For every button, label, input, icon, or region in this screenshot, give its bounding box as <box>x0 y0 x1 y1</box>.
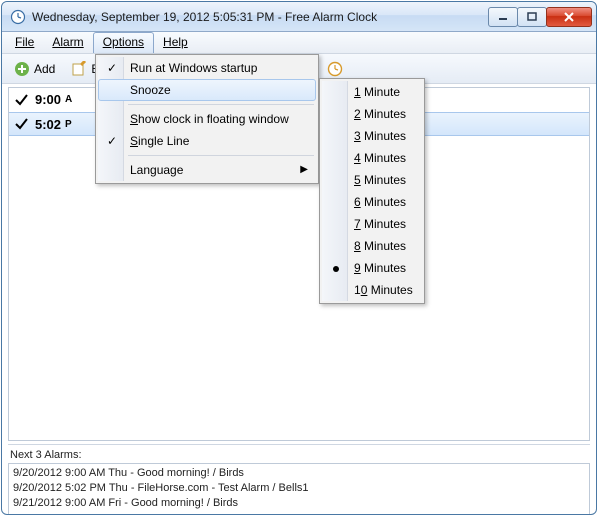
app-clock-icon <box>10 9 26 25</box>
window-buttons <box>489 7 592 27</box>
options-dropdown: ✓ Run at Windows startup Snooze Show clo… <box>95 54 319 184</box>
add-icon <box>14 61 30 77</box>
alarm-ampm: A <box>65 94 72 105</box>
edit-icon <box>71 61 87 77</box>
add-label: Add <box>34 62 55 76</box>
snooze-5-minutes[interactable]: 5 Minutes <box>322 169 422 191</box>
checkmark-icon: ✓ <box>104 61 120 75</box>
bottom-panel: Next 3 Alarms: 9/20/2012 9:00 AM Thu - G… <box>8 444 590 515</box>
snooze-dropdown: 1 Minute 2 Minutes 3 Minutes 4 Minutes 5… <box>319 78 425 304</box>
snooze-7-minutes[interactable]: 7 Minutes <box>322 213 422 235</box>
snooze-3-minutes[interactable]: 3 Minutes <box>322 125 422 147</box>
window-title: Wednesday, September 19, 2012 5:05:31 PM… <box>32 10 489 24</box>
options-snooze[interactable]: Snooze <box>98 79 316 101</box>
alarm-ampm: P <box>65 119 72 130</box>
menu-file[interactable]: File <box>6 32 43 53</box>
snooze-10-minutes[interactable]: 10 Minutes <box>322 279 422 301</box>
checkmark-icon[interactable] <box>13 116 29 132</box>
bullet-icon <box>328 261 344 275</box>
options-language[interactable]: Language ▶ <box>98 159 316 181</box>
toolbar-clock-icon[interactable] <box>327 61 343 77</box>
submenu-arrow-icon: ▶ <box>300 164 308 175</box>
app-window: Wednesday, September 19, 2012 5:05:31 PM… <box>1 1 597 515</box>
options-run-startup[interactable]: ✓ Run at Windows startup <box>98 57 316 79</box>
options-single-line[interactable]: ✓ Single Line <box>98 130 316 152</box>
checkmark-icon[interactable] <box>13 92 29 108</box>
upcoming-alarm-line: 9/21/2012 9:00 AM Fri - Good morning! / … <box>13 496 585 511</box>
menu-separator <box>128 104 314 105</box>
alarm-time: 5:02 <box>35 117 61 132</box>
snooze-9-minutes[interactable]: 9 Minutes <box>322 257 422 279</box>
titlebar: Wednesday, September 19, 2012 5:05:31 PM… <box>2 2 596 32</box>
alarm-time: 9:00 <box>35 92 61 107</box>
snooze-2-minutes[interactable]: 2 Minutes <box>322 103 422 125</box>
next-alarms-label: Next 3 Alarms: <box>8 445 590 463</box>
snooze-8-minutes[interactable]: 8 Minutes <box>322 235 422 257</box>
menubar: File Alarm Options Help <box>2 32 596 54</box>
options-floating-window[interactable]: Show clock in floating window <box>98 108 316 130</box>
upcoming-alarm-line: 9/20/2012 9:00 AM Thu - Good morning! / … <box>13 466 585 481</box>
upcoming-alarm-line: 9/20/2012 5:02 PM Thu - FileHorse.com - … <box>13 481 585 496</box>
menu-separator <box>128 155 314 156</box>
snooze-6-minutes[interactable]: 6 Minutes <box>322 191 422 213</box>
snooze-4-minutes[interactable]: 4 Minutes <box>322 147 422 169</box>
menu-help[interactable]: Help <box>154 32 197 53</box>
menu-options[interactable]: Options <box>93 32 154 53</box>
next-alarms-box: 9/20/2012 9:00 AM Thu - Good morning! / … <box>8 463 590 515</box>
add-button[interactable]: Add <box>8 58 61 80</box>
minimize-button[interactable] <box>488 7 518 27</box>
menu-alarm[interactable]: Alarm <box>43 32 92 53</box>
maximize-button[interactable] <box>517 7 547 27</box>
snooze-1-minute[interactable]: 1 Minute <box>322 81 422 103</box>
close-button[interactable] <box>546 7 592 27</box>
checkmark-icon: ✓ <box>104 134 120 148</box>
